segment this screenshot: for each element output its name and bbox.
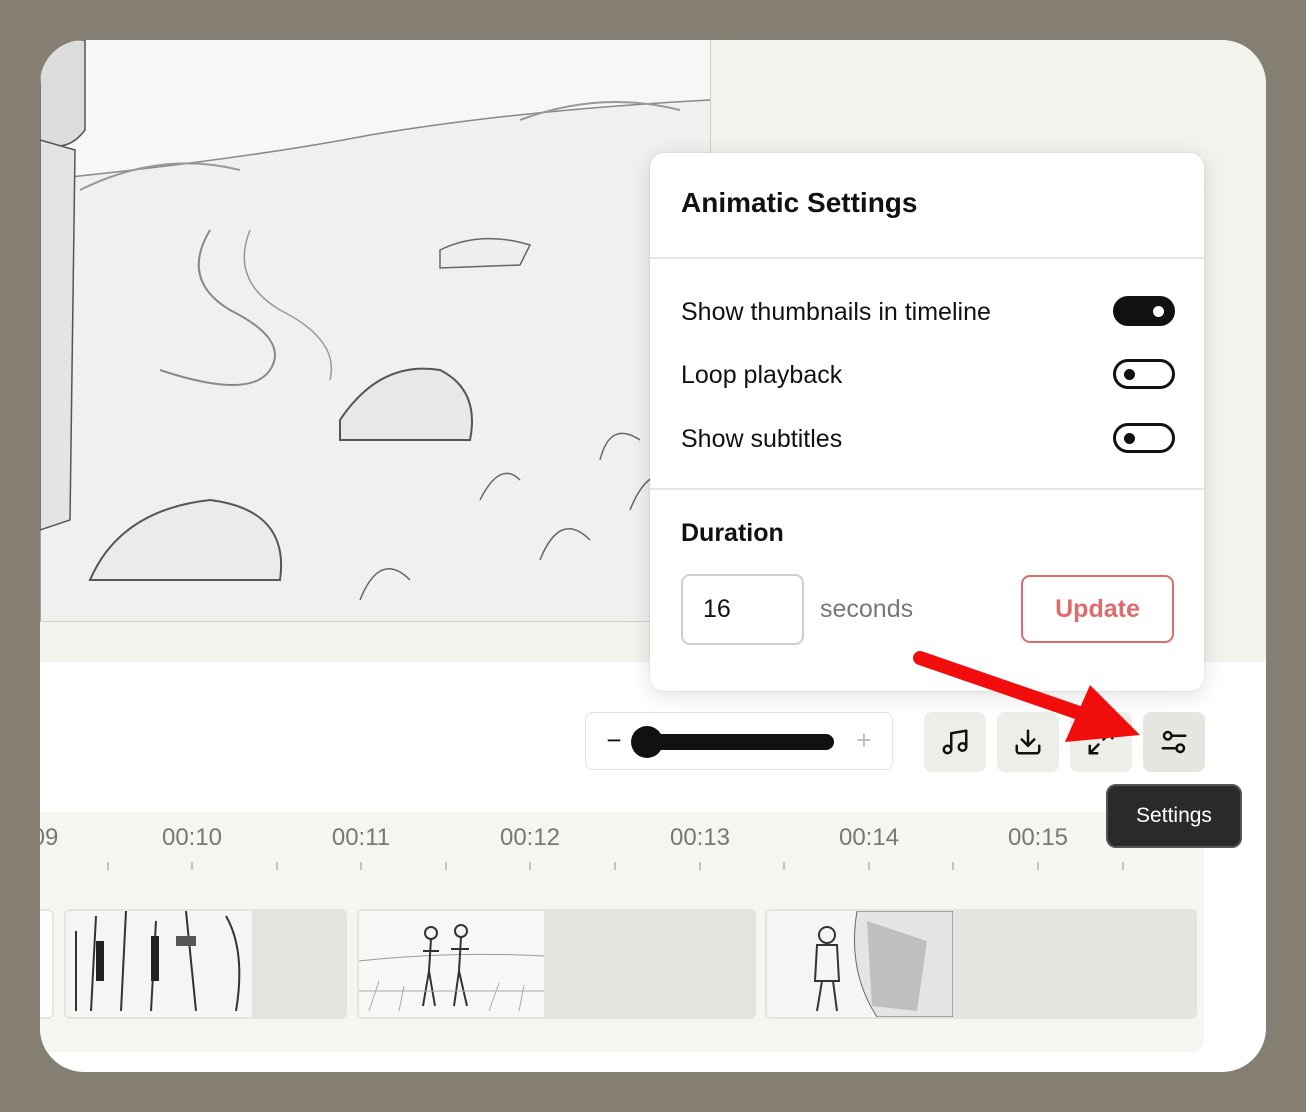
duration-input[interactable] (681, 574, 804, 645)
timeline-tick-label: 00:12 (499, 824, 561, 851)
timeline-tick-label: 00:10 (161, 824, 223, 851)
timeline-tick-label: 00:15 (1007, 824, 1069, 851)
zoom-handle[interactable] (631, 726, 663, 758)
timeline-tick-label: 00:11 (331, 824, 391, 851)
timeline-tick-label: 00:14 (838, 824, 900, 851)
timeline-tick (952, 862, 954, 870)
timeline-tick (276, 862, 278, 870)
clip-thumbnail (767, 911, 953, 1017)
duration-label: Duration (681, 519, 784, 547)
zoom-slider[interactable]: − + (585, 712, 893, 770)
timeline-clip[interactable] (64, 909, 347, 1019)
timeline-tick (1122, 862, 1124, 870)
red-arrow-annotation (913, 651, 1140, 742)
timeline-tick (529, 862, 531, 870)
timeline-tick (360, 862, 362, 870)
storyboard-preview-image (40, 40, 711, 622)
toggle-label: Loop playback (681, 361, 843, 389)
timeline-clip[interactable] (40, 909, 54, 1019)
divider (650, 257, 1204, 259)
zoom-out-button[interactable]: − (602, 725, 626, 755)
toggle-row-loop[interactable]: Loop playback (681, 355, 1175, 395)
toggle-row-subtitles[interactable]: Show subtitles (681, 419, 1175, 459)
subtitles-toggle[interactable] (1113, 423, 1175, 453)
loop-toggle[interactable] (1113, 359, 1175, 389)
update-button[interactable]: Update (1021, 575, 1174, 643)
toggle-label: Show subtitles (681, 425, 843, 453)
timeline-clip[interactable] (765, 909, 1197, 1019)
app-window: − + 09 00:10 00:11 00:12 00:13 00:14 00:… (40, 40, 1266, 1072)
duration-unit: seconds (820, 595, 914, 623)
timeline-tick (107, 862, 109, 870)
clip-thumbnail (359, 911, 544, 1017)
timeline-clip[interactable] (357, 909, 756, 1019)
clip-thumbnail (66, 911, 252, 1017)
clip-thumbnail (40, 911, 52, 1017)
toggle-row-thumbnails[interactable]: Show thumbnails in timeline (681, 292, 1175, 332)
panel-title: Animatic Settings (681, 187, 918, 218)
thumbnails-toggle[interactable] (1113, 296, 1175, 326)
toggle-label: Show thumbnails in timeline (681, 298, 991, 326)
timeline-tick-label: 00:13 (669, 824, 731, 851)
divider (650, 488, 1204, 490)
settings-sliders-icon (1161, 730, 1187, 754)
zoom-in-button[interactable]: + (852, 725, 876, 755)
settings-tooltip: Settings (1106, 784, 1242, 848)
timeline-tick (699, 862, 701, 870)
timeline-tick-label: 09 (40, 824, 59, 851)
timeline-tick (868, 862, 870, 870)
timeline-tick (191, 862, 193, 870)
timeline[interactable]: 09 00:10 00:11 00:12 00:13 00:14 00:15 (40, 812, 1204, 1052)
timeline-tick (614, 862, 616, 870)
animatic-settings-panel: Animatic Settings Show thumbnails in tim… (650, 153, 1204, 691)
timeline-tick (445, 862, 447, 870)
timeline-tick (783, 862, 785, 870)
timeline-tick (1037, 862, 1039, 870)
zoom-track[interactable] (638, 734, 834, 750)
